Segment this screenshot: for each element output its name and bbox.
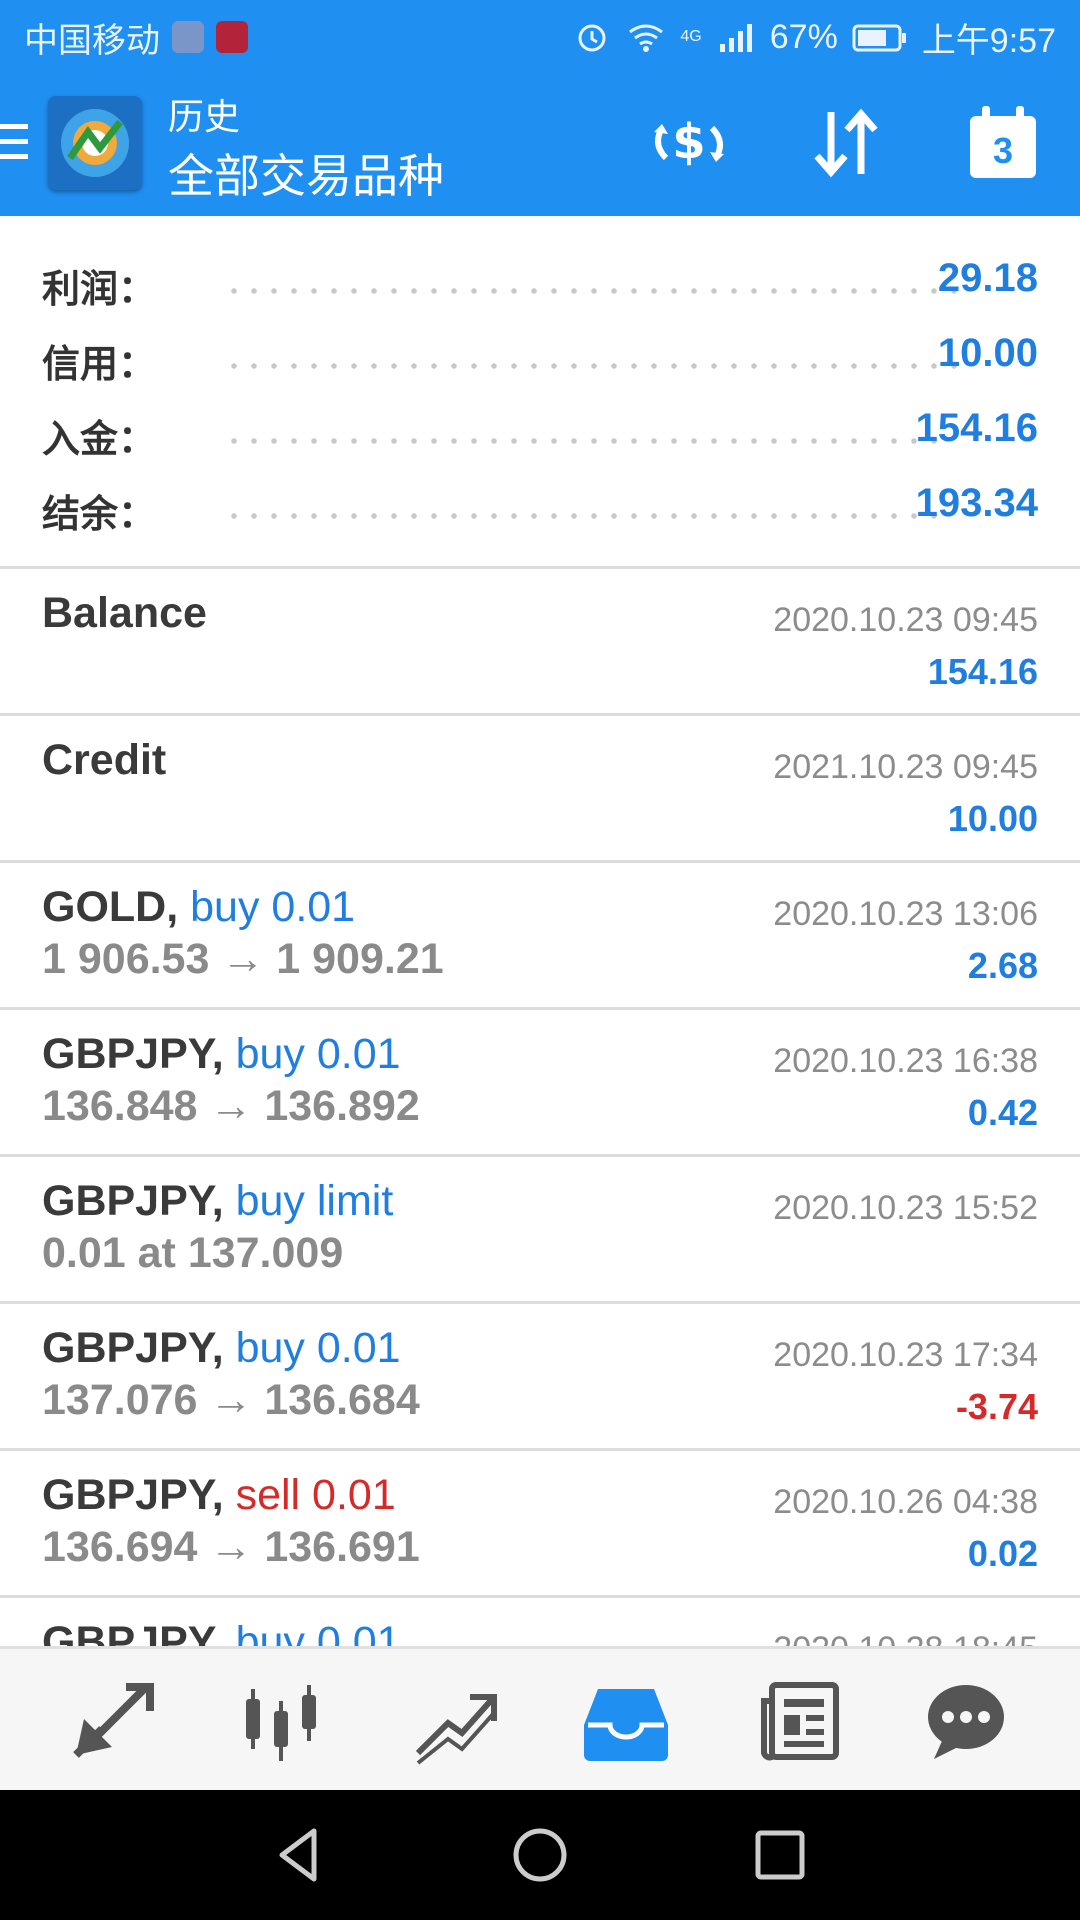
dot-leader — [224, 288, 962, 294]
summary-label: 结余： — [42, 494, 157, 536]
clock: 上午9:57 — [921, 21, 1056, 60]
sort-icon[interactable] — [805, 102, 887, 184]
account-summary: 利润： 29.18 信用： 10.00 入金： 154.16 结余： 193.34 — [0, 216, 1080, 566]
deal-action: sell 0.01 — [235, 1471, 396, 1519]
deal-date: 2020.10.23 16:38 — [773, 1042, 1038, 1080]
deal-prices: 0.01 at 137.009 — [42, 1229, 344, 1277]
symbol-filter-icon[interactable]: $ — [648, 102, 730, 184]
deal-date: 2020.10.23 13:06 — [773, 895, 1038, 933]
deal-title: Balance — [42, 589, 207, 638]
history-row[interactable]: GOLD, buy 0.01 1 906.53 → 1 909.21 2020.10… — [0, 863, 1080, 1007]
deal-prices: 136.694 → 136.691 — [42, 1523, 420, 1571]
history-row[interactable]: Credit 2021.10.23 09:45 10.00 — [0, 716, 1080, 860]
dot-leader — [224, 438, 940, 444]
deal-profit: 0.02 — [967, 1533, 1038, 1574]
dot-leader — [224, 363, 962, 369]
alarm-icon — [578, 24, 606, 52]
deal-symbol: GBPJPY, — [42, 1471, 224, 1519]
deal-prices: 136.848 → 136.892 — [42, 1082, 420, 1130]
deal-date: 2020.10.23 17:34 — [773, 1336, 1038, 1374]
quotes-icon[interactable] — [66, 1675, 158, 1767]
dot-leader — [224, 513, 940, 519]
history-row[interactable]: GBPJPY, sell 0.01 136.694 → 136.691 2020.1… — [0, 1451, 1080, 1595]
trade-icon[interactable] — [410, 1675, 502, 1767]
summary-label: 利润： — [42, 269, 157, 311]
deal-profit: 2.68 — [967, 945, 1038, 986]
wifi-icon — [629, 24, 664, 52]
summary-value: 193.34 — [915, 481, 1038, 525]
summary-value: 29.18 — [937, 256, 1038, 300]
deal-title: GBPJPY, buy 0.01 — [42, 1324, 401, 1373]
deal-prices: 1 906.53 → 1 909.21 — [42, 935, 444, 983]
summary-divider — [0, 566, 1080, 569]
metatrader-logo[interactable] — [48, 96, 142, 190]
deal-profit: 10.00 — [947, 798, 1038, 839]
carrier-name: 中国移动 — [24, 21, 160, 60]
deal-prices: 137.076 → 136.684 — [42, 1376, 420, 1424]
deal-profit: -3.74 — [955, 1386, 1038, 1427]
deal-action: buy 0.01 — [235, 1324, 401, 1372]
svg-text:$: $ — [672, 114, 705, 170]
bottom-navigation — [0, 1646, 1080, 1790]
battery-percent: 67% — [769, 17, 838, 56]
system-navigation-bar — [0, 1790, 1080, 1920]
history-row[interactable]: GBPJPY, buy limit 0.01 at 137.009 2020.10.… — [0, 1157, 1080, 1301]
signal-icon — [719, 24, 752, 52]
summary-row: 入金： 154.16 — [0, 400, 1080, 461]
summary-value: 154.16 — [915, 406, 1038, 450]
history-row[interactable]: GBPJPY, buy 0.01 136.848 → 136.892 2020.10… — [0, 1010, 1080, 1154]
deal-title: Credit — [42, 736, 166, 785]
app-bar: 历史 全部交易品种 $ 3 — [0, 74, 1080, 216]
deal-symbol: Credit — [42, 736, 167, 784]
deal-date: 2020.10.26 04:38 — [773, 1483, 1038, 1521]
recents-icon[interactable] — [748, 1823, 812, 1887]
status-bar: 中国移动 4G 67% 上午9:57 — [0, 0, 1080, 74]
home-icon[interactable] — [508, 1823, 572, 1887]
deal-profit: 154.16 — [927, 651, 1038, 692]
network-type: 4G — [680, 28, 702, 45]
deal-action: buy 0.01 — [190, 883, 356, 931]
deal-action: buy 0.01 — [235, 1030, 401, 1078]
summary-row: 信用： 10.00 — [0, 325, 1080, 386]
deal-title: GBPJPY, sell 0.01 — [42, 1471, 396, 1520]
deal-date: 2020.10.23 15:52 — [773, 1189, 1038, 1227]
study-app-notification-icon — [216, 21, 248, 53]
deal-title: GBPJPY, buy limit — [42, 1177, 393, 1226]
history-icon[interactable] — [580, 1675, 672, 1767]
battery-icon — [852, 24, 906, 52]
summary-label: 信用： — [42, 344, 157, 386]
summary-value: 10.00 — [937, 331, 1038, 375]
calendar-day: 3 — [992, 130, 1014, 171]
back-icon[interactable] — [268, 1823, 332, 1887]
deal-symbol: GBPJPY, — [42, 1177, 224, 1225]
app-notification-icon — [172, 21, 204, 53]
summary-row: 利润： 29.18 — [0, 250, 1080, 311]
deal-title: GBPJPY, buy 0.01 — [42, 1030, 401, 1079]
chart-icon[interactable] — [236, 1675, 328, 1767]
deal-title: GOLD, buy 0.01 — [42, 883, 355, 932]
deal-symbol: GOLD, — [42, 883, 179, 931]
deal-date: 2021.10.23 09:45 — [773, 748, 1038, 786]
deal-symbol: GBPJPY, — [42, 1030, 224, 1078]
news-icon[interactable] — [754, 1675, 846, 1767]
deal-action: buy limit — [235, 1177, 394, 1225]
summary-label: 入金： — [42, 419, 157, 461]
history-row[interactable]: Balance 2020.10.23 09:45 154.16 — [0, 569, 1080, 713]
section-label: 历史 — [168, 96, 241, 137]
deal-symbol: Balance — [42, 589, 207, 637]
summary-row: 结余： 193.34 — [0, 475, 1080, 536]
menu-icon[interactable] — [0, 118, 30, 166]
history-row[interactable]: GBPJPY, buy 0.01 137.076 → 136.684 2020.10… — [0, 1304, 1080, 1448]
chat-icon[interactable] — [920, 1675, 1012, 1767]
deal-profit: 0.42 — [967, 1092, 1038, 1133]
deal-symbol: GBPJPY, — [42, 1324, 224, 1372]
page-title[interactable]: 全部交易品种 — [168, 140, 444, 206]
deal-date: 2020.10.23 09:45 — [773, 601, 1038, 639]
